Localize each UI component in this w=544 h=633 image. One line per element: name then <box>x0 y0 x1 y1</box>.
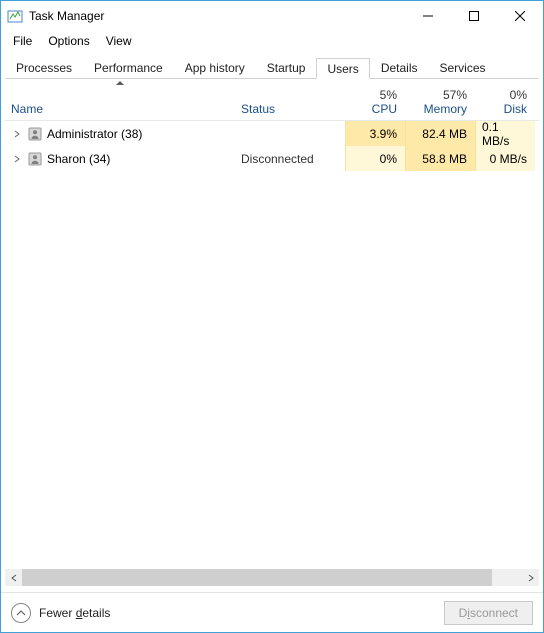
user-status <box>235 121 345 146</box>
user-rows: Administrator (38) 3.9% 82.4 MB 0.1 MB/s <box>5 121 539 569</box>
minimize-button[interactable] <box>405 1 451 31</box>
column-headers: Name Status 5% CPU 57% Memory 0% Disk <box>5 79 539 121</box>
fewer-details-toggle[interactable]: Fewer details <box>11 603 110 623</box>
column-label-cpu: CPU <box>372 102 397 116</box>
scroll-right-button[interactable] <box>522 569 539 586</box>
users-grid: Name Status 5% CPU 57% Memory 0% Disk <box>1 79 543 569</box>
fewer-details-label: Fewer details <box>39 606 110 620</box>
column-label-disk: Disk <box>504 102 527 116</box>
task-manager-icon <box>7 8 23 24</box>
user-row[interactable]: Administrator (38) 3.9% 82.4 MB 0.1 MB/s <box>5 121 539 146</box>
column-label-status: Status <box>241 102 337 116</box>
menu-file[interactable]: File <box>5 32 40 50</box>
tab-services[interactable]: Services <box>429 57 497 78</box>
cpu-total-percent: 5% <box>380 88 397 102</box>
titlebar: Task Manager <box>1 1 543 31</box>
tab-users[interactable]: Users <box>316 58 369 79</box>
expand-toggle[interactable] <box>11 128 23 140</box>
scroll-track[interactable] <box>22 569 522 586</box>
user-memory: 58.8 MB <box>405 146 475 171</box>
user-icon <box>27 126 43 142</box>
tab-details[interactable]: Details <box>370 57 429 78</box>
menubar: File Options View <box>1 31 543 51</box>
column-label-name: Name <box>11 102 227 116</box>
window-controls <box>405 1 543 31</box>
menu-options[interactable]: Options <box>40 32 97 50</box>
user-cpu: 3.9% <box>345 121 405 146</box>
user-cpu: 0% <box>345 146 405 171</box>
column-header-name[interactable]: Name <box>5 79 235 120</box>
user-name: Sharon (34) <box>47 152 110 166</box>
scroll-left-button[interactable] <box>5 569 22 586</box>
memory-total-percent: 57% <box>443 88 467 102</box>
footer: Fewer details Disconnect <box>1 592 543 632</box>
user-disk: 0 MB/s <box>475 146 535 171</box>
scroll-thumb[interactable] <box>22 569 492 586</box>
task-manager-window: Task Manager File Options View Processes <box>0 0 544 633</box>
user-row[interactable]: Sharon (34) Disconnected 0% 58.8 MB 0 MB… <box>5 146 539 171</box>
tab-processes[interactable]: Processes <box>5 57 83 78</box>
close-button[interactable] <box>497 1 543 31</box>
horizontal-scrollbar[interactable] <box>5 569 539 586</box>
menu-view[interactable]: View <box>98 32 140 50</box>
column-header-memory[interactable]: 57% Memory <box>405 79 475 120</box>
sort-ascending-icon <box>116 81 124 85</box>
column-header-status[interactable]: Status <box>235 79 345 120</box>
user-icon <box>27 151 43 167</box>
disk-total-percent: 0% <box>510 88 527 102</box>
window-title: Task Manager <box>29 9 104 23</box>
user-status: Disconnected <box>235 146 345 171</box>
column-label-memory: Memory <box>424 102 467 116</box>
column-header-cpu[interactable]: 5% CPU <box>345 79 405 120</box>
tab-startup[interactable]: Startup <box>256 57 317 78</box>
maximize-button[interactable] <box>451 1 497 31</box>
disconnect-button: Disconnect <box>444 601 533 625</box>
user-disk: 0.1 MB/s <box>475 121 535 146</box>
tab-performance[interactable]: Performance <box>83 57 174 78</box>
expand-toggle[interactable] <box>11 153 23 165</box>
tab-app-history[interactable]: App history <box>174 57 256 78</box>
column-header-disk[interactable]: 0% Disk <box>475 79 535 120</box>
user-name: Administrator (38) <box>47 127 142 141</box>
tab-strip: Processes Performance App history Startu… <box>1 51 543 79</box>
chevron-up-icon <box>11 603 31 623</box>
user-memory: 82.4 MB <box>405 121 475 146</box>
